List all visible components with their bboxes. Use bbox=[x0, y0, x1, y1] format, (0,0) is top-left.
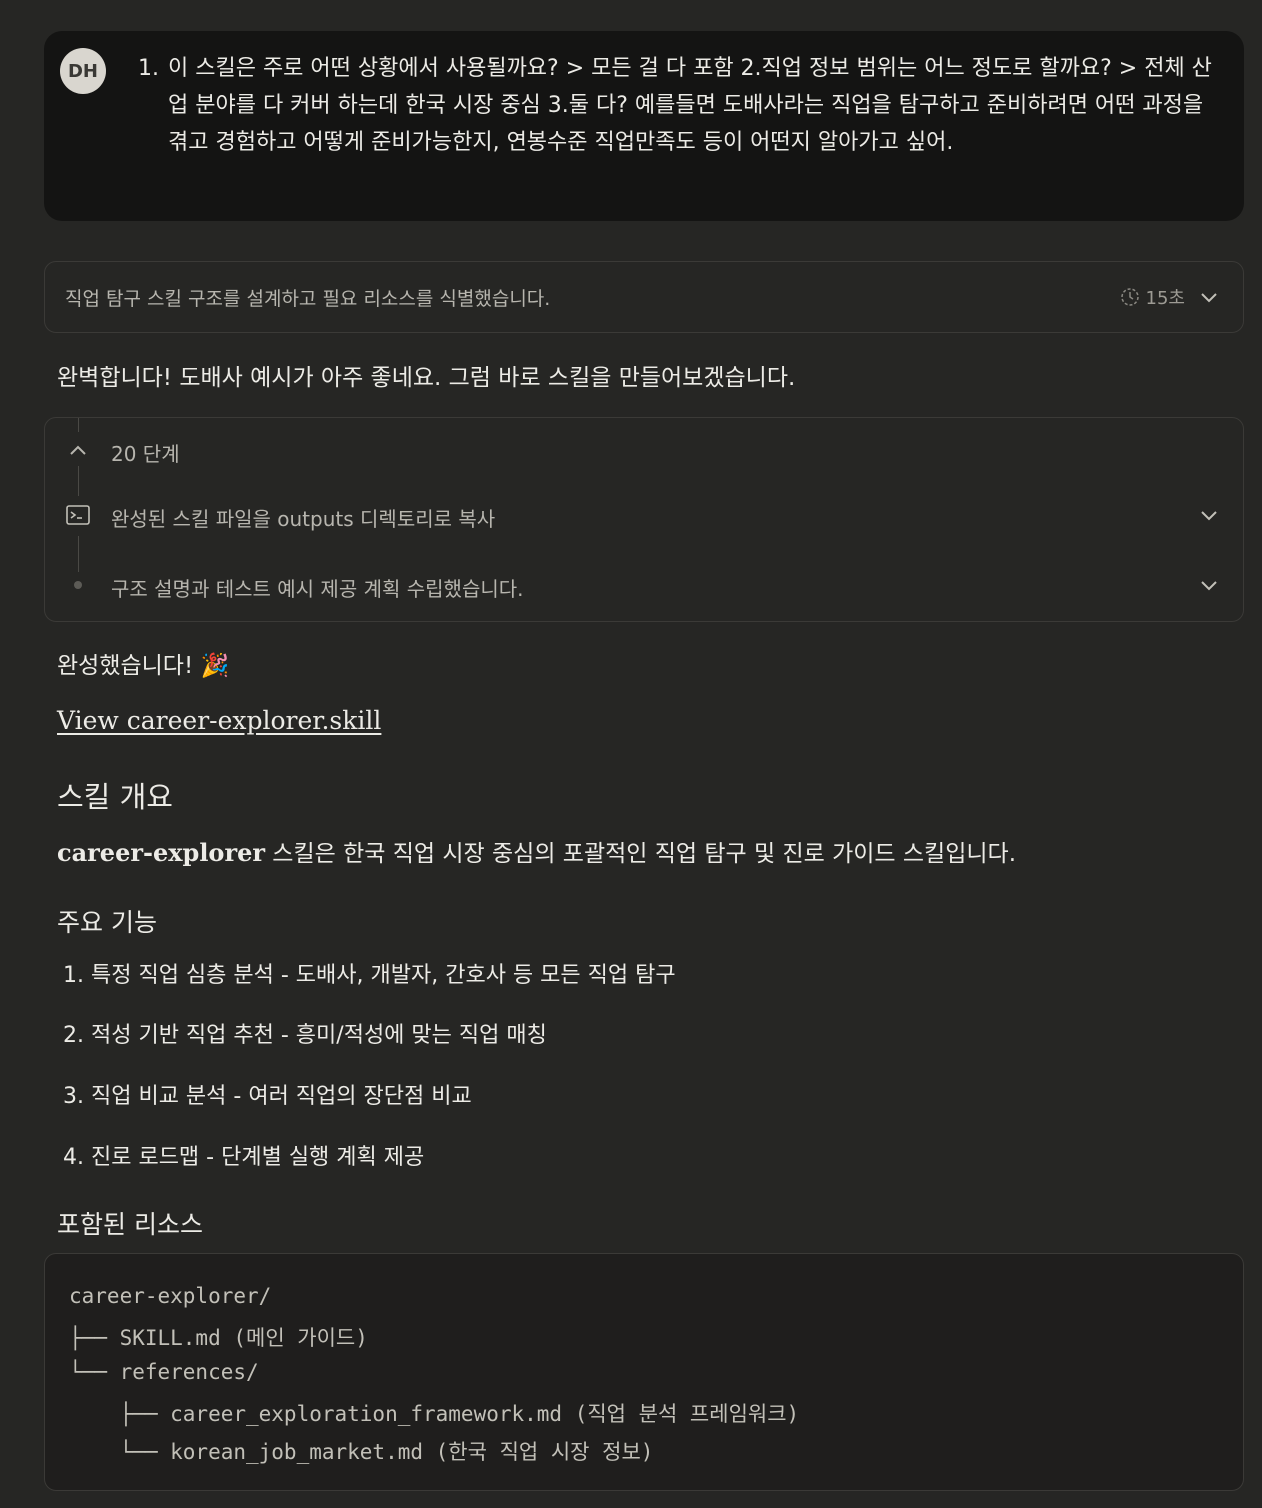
clock-icon bbox=[1120, 288, 1139, 306]
tree-line: └── korean_job_market.md (한국 직업 시장 정보) bbox=[69, 1440, 654, 1464]
step-label: 구조 설명과 테스트 예시 제공 계획 수립했습니다. bbox=[111, 577, 524, 601]
tree-line: ├── career_exploration_framework.md (직업 … bbox=[69, 1402, 800, 1426]
user-message-text: 1. 이 스킬은 주로 어떤 상황에서 사용될까요? > 모든 걸 다 포함 2… bbox=[138, 50, 1218, 161]
feature-item: 4. 진로 로드맵 - 단계별 실행 계획 제공 bbox=[63, 1145, 425, 1170]
step-connector bbox=[78, 466, 79, 496]
thinking-summary-toggle[interactable]: 직업 탐구 스킬 구조를 설계하고 필요 리소스를 식별했습니다. 15초 bbox=[44, 261, 1244, 333]
overview-heading: 스킬 개요 bbox=[57, 780, 173, 814]
dot-icon bbox=[74, 581, 82, 589]
chevron-up-icon bbox=[70, 445, 86, 455]
thinking-duration-label: 15초 bbox=[1145, 288, 1185, 309]
done-text: 완성했습니다! 🎉 bbox=[57, 653, 230, 679]
skill-file-link[interactable]: View career-explorer.skill bbox=[57, 706, 381, 735]
step-item[interactable]: 구조 설명과 테스트 예시 제공 계획 수립했습니다. bbox=[45, 565, 1243, 605]
feature-item: 2. 적성 기반 직업 추천 - 흥미/적성에 맞는 직업 매칭 bbox=[63, 1023, 547, 1048]
thinking-duration: 15초 bbox=[1120, 284, 1185, 310]
skill-name: career-explorer bbox=[57, 838, 265, 867]
tree-line: └── references/ bbox=[69, 1360, 259, 1384]
reply-intro: 완벽합니다! 도배사 예시가 아주 좋네요. 그럼 바로 스킬을 만들어보겠습니… bbox=[57, 365, 796, 391]
chevron-down-icon[interactable] bbox=[1199, 505, 1219, 525]
feature-item: 3. 직업 비교 분석 - 여러 직업의 장단점 비교 bbox=[63, 1084, 472, 1109]
avatar: DH bbox=[60, 48, 106, 94]
resources-heading: 포함된 리소스 bbox=[57, 1210, 203, 1239]
thinking-summary-text: 직업 탐구 스킬 구조를 설계하고 필요 리소스를 식별했습니다. bbox=[65, 288, 551, 310]
chevron-down-icon[interactable] bbox=[1199, 575, 1219, 595]
features-heading: 주요 기능 bbox=[57, 908, 157, 937]
terminal-icon bbox=[66, 505, 90, 525]
user-message-body: 이 스킬은 주로 어떤 상황에서 사용될까요? > 모든 걸 다 포함 2.직업… bbox=[168, 56, 1212, 155]
user-message-bubble: DH 1. 이 스킬은 주로 어떤 상황에서 사용될까요? > 모든 걸 다 포… bbox=[44, 31, 1244, 221]
feature-item: 1. 특정 직업 심층 분석 - 도배사, 개발자, 간호사 등 모든 직업 탐… bbox=[63, 963, 676, 988]
steps-panel: 20 단계 완성된 스킬 파일을 outputs 디렉토리로 복사 구조 설명과… bbox=[44, 417, 1244, 622]
steps-count: 20 단계 bbox=[111, 442, 180, 466]
step-label: 완성된 스킬 파일을 outputs 디렉토리로 복사 bbox=[111, 507, 496, 531]
resources-code-block: career-explorer/ ├── SKILL.md (메인 가이드) └… bbox=[44, 1253, 1244, 1491]
step-item[interactable]: 완성된 스킬 파일을 outputs 디렉토리로 복사 bbox=[45, 495, 1243, 535]
steps-collapse-toggle[interactable]: 20 단계 bbox=[45, 430, 1243, 470]
chevron-down-icon[interactable] bbox=[1199, 287, 1219, 307]
tree-line: career-explorer/ bbox=[69, 1284, 272, 1308]
user-message-number: 1. bbox=[138, 56, 159, 81]
tree-line: ├── SKILL.md (메인 가이드) bbox=[69, 1326, 368, 1350]
overview-text: 스킬은 한국 직업 시장 중심의 포괄적인 직업 탐구 및 진로 가이드 스킬입… bbox=[265, 841, 1017, 867]
overview-description: career-explorer 스킬은 한국 직업 시장 중심의 포괄적인 직업… bbox=[57, 834, 1016, 868]
